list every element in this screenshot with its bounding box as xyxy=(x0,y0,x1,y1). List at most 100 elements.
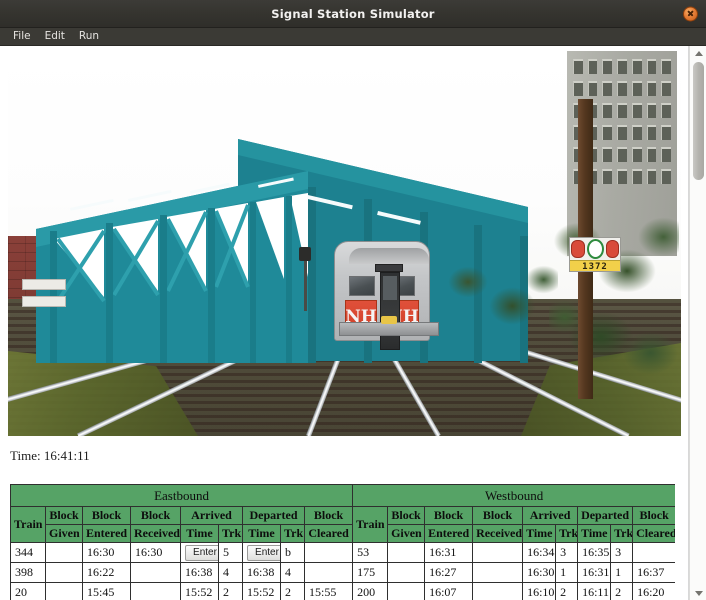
cell-westbound-departed-time: 16:11 xyxy=(577,582,612,600)
cell-westbound-block-received xyxy=(472,582,524,600)
cell-westbound-block-cleared xyxy=(632,542,675,563)
cell-westbound-block-given xyxy=(387,542,426,563)
cell-eastbound-departed-trk: b xyxy=(280,542,305,563)
header-westbound: Westbound xyxy=(352,484,675,507)
col-eb-block-cleared-top: Block xyxy=(303,506,354,525)
vertical-scrollbar[interactable] xyxy=(689,46,706,600)
eastbound-departed-time-enter-button[interactable]: Enter xyxy=(247,545,280,561)
menu-item-file[interactable]: File xyxy=(6,28,38,45)
pole-number-plate: 1372 xyxy=(570,260,620,271)
cell-eastbound-departed-trk: 2 xyxy=(280,582,305,600)
eastbound-arrived-time-enter-button[interactable]: Enter xyxy=(185,545,218,561)
col-eb-departed-trk: Trk xyxy=(280,524,305,543)
simulation-clock: Time: 16:41:11 xyxy=(10,448,90,463)
cell-westbound-train: 200 xyxy=(352,582,389,600)
scrollbar-thumb[interactable] xyxy=(693,62,704,180)
cell-eastbound-departed-trk: 4 xyxy=(280,562,305,583)
cell-westbound-block-cleared: 16:20 xyxy=(632,582,675,600)
col-wb-train: Train xyxy=(352,506,389,543)
content-area: NH NH 1372 Time: 16:41:11 Eastbound West… xyxy=(0,46,706,600)
col-wb-block-received-bottom: Received xyxy=(472,524,524,543)
train-headlight xyxy=(381,316,397,324)
trees-middle xyxy=(438,246,558,366)
content-inner: NH NH 1372 Time: 16:41:11 Eastbound West… xyxy=(0,46,689,600)
menu-item-run[interactable]: Run xyxy=(72,28,106,45)
col-wb-departed: Departed xyxy=(577,506,634,525)
cell-eastbound-departed-time[interactable]: Enter xyxy=(242,542,281,563)
pole-sign-placards xyxy=(570,238,620,260)
cell-westbound-train: 175 xyxy=(352,562,389,583)
cell-westbound-arrived-time: 16:34 xyxy=(522,542,557,563)
col-wb-block-received-top: Block xyxy=(472,506,524,525)
col-eb-arrived-trk: Trk xyxy=(218,524,243,543)
col-wb-block-cleared-top: Block xyxy=(632,506,675,525)
cell-eastbound-block-cleared: 15:55 xyxy=(303,582,354,600)
close-icon[interactable] xyxy=(683,6,698,21)
cell-westbound-arrived-time: 16:30 xyxy=(522,562,557,583)
cell-eastbound-block-received xyxy=(130,562,181,583)
col-eb-departed-time: Time xyxy=(242,524,281,543)
cell-eastbound-arrived-trk: 4 xyxy=(218,562,243,583)
col-eb-block-given-bottom: Given xyxy=(45,524,83,543)
cell-eastbound-train: 20 xyxy=(10,582,46,600)
train-log-table: Eastbound Westbound Train Block Block Bl… xyxy=(10,484,675,600)
col-eb-block-received-bottom: Received xyxy=(130,524,181,543)
chevron-down-icon[interactable] xyxy=(690,586,706,600)
cell-eastbound-train: 344 xyxy=(10,542,46,563)
cell-eastbound-arrived-time: 15:52 xyxy=(180,582,219,600)
cell-eastbound-departed-time: 16:38 xyxy=(242,562,281,583)
menu-item-edit[interactable]: Edit xyxy=(38,28,72,45)
col-wb-departed-time: Time xyxy=(577,524,612,543)
cell-westbound-block-entered: 16:07 xyxy=(424,582,474,600)
table-row: 20 15:45 15:52 2 15:52 2 15:55 200 16:07 16:10 2 16… xyxy=(10,582,675,600)
cell-eastbound-arrived-trk: 5 xyxy=(218,542,243,563)
cell-eastbound-train: 398 xyxy=(10,562,46,583)
cell-eastbound-block-received xyxy=(130,582,181,600)
cell-eastbound-block-entered: 16:30 xyxy=(82,542,131,563)
application-window: Signal Station Simulator File Edit Run N… xyxy=(0,0,706,600)
train-log-body: 344 16:30 16:30 Enter 5 Enter b 53 16:31 16:34 3 16… xyxy=(10,542,675,600)
cell-westbound-arrived-trk: 1 xyxy=(555,562,579,583)
col-eb-departed: Departed xyxy=(242,506,305,525)
train-door xyxy=(380,272,400,350)
cell-westbound-block-cleared: 16:37 xyxy=(632,562,675,583)
cell-eastbound-block-cleared xyxy=(303,562,354,583)
cell-westbound-block-given xyxy=(387,582,426,600)
cell-eastbound-block-received: 16:30 xyxy=(130,542,181,563)
table-row: 398 16:22 16:38 4 16:38 4 175 16:27 16:30 1 16:31 1… xyxy=(10,562,675,583)
cell-eastbound-departed-time: 15:52 xyxy=(242,582,281,600)
cell-eastbound-arrived-time: 16:38 xyxy=(180,562,219,583)
group-header-row: Train Block Block Block Arrived Departed… xyxy=(10,506,675,543)
train-body: NH NH xyxy=(334,241,439,350)
col-wb-block-given-bottom: Given xyxy=(387,524,426,543)
window-titlebar: Signal Station Simulator xyxy=(0,0,706,28)
cell-westbound-block-given xyxy=(387,562,426,583)
cell-westbound-block-entered: 16:27 xyxy=(424,562,474,583)
cell-westbound-arrived-trk: 3 xyxy=(555,542,579,563)
cell-westbound-block-entered: 16:31 xyxy=(424,542,474,563)
col-eb-block-given-top: Block xyxy=(45,506,83,525)
chevron-up-icon[interactable] xyxy=(690,46,706,60)
col-eb-block-received-top: Block xyxy=(130,506,181,525)
train-door-window xyxy=(383,276,397,300)
col-eb-block-cleared-bottom: Cleared xyxy=(303,524,354,543)
cell-eastbound-arrived-trk: 2 xyxy=(218,582,243,600)
col-wb-block-entered-top: Block xyxy=(424,506,474,525)
direction-header-row: Eastbound Westbound xyxy=(10,484,675,507)
cell-westbound-departed-time: 16:35 xyxy=(577,542,612,563)
train-log-table-container: Eastbound Westbound Train Block Block Bl… xyxy=(10,484,675,600)
train-headsign xyxy=(375,264,403,272)
sub-header-row: Given Entered Received Time Trk Time Trk… xyxy=(11,524,675,543)
cell-westbound-arrived-time: 16:10 xyxy=(522,582,557,600)
col-eb-block-entered-top: Block xyxy=(82,506,131,525)
cell-westbound-departed-trk: 2 xyxy=(610,582,634,600)
cell-eastbound-arrived-time[interactable]: Enter xyxy=(180,542,219,563)
simulator-3d-viewport[interactable]: NH NH 1372 xyxy=(8,51,681,436)
table-row: 344 16:30 16:30 Enter 5 Enter b 53 16:31 16:34 3 16… xyxy=(10,542,675,563)
cell-westbound-departed-trk: 1 xyxy=(610,562,634,583)
cell-westbound-train: 53 xyxy=(352,542,389,563)
train-skirt xyxy=(339,322,439,336)
col-eb-arrived: Arrived xyxy=(180,506,243,525)
cell-eastbound-block-entered: 16:22 xyxy=(82,562,131,583)
train-roof xyxy=(349,248,429,264)
